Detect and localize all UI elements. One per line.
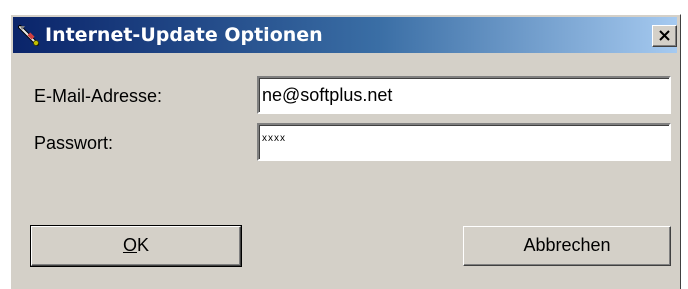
password-field[interactable]: xxxx <box>257 123 671 161</box>
ok-button[interactable]: OK <box>30 225 242 267</box>
password-label: Passwort: <box>34 133 114 153</box>
dialog-window: Internet-Update Optionen E-Mail-Adresse:… <box>10 14 681 289</box>
title-bar[interactable]: Internet-Update Optionen <box>13 17 677 53</box>
email-label: E-Mail-Adresse: <box>34 86 163 106</box>
email-field[interactable]: ne@softplus.net <box>257 76 671 114</box>
close-icon <box>659 30 670 41</box>
cancel-button[interactable]: Abbrechen <box>463 226 671 266</box>
dialog-title: Internet-Update Optionen <box>45 24 323 46</box>
ok-mnemonic: O <box>122 235 137 255</box>
tool-icon <box>18 25 39 46</box>
close-button[interactable] <box>652 25 677 47</box>
ok-label: K <box>137 235 150 255</box>
